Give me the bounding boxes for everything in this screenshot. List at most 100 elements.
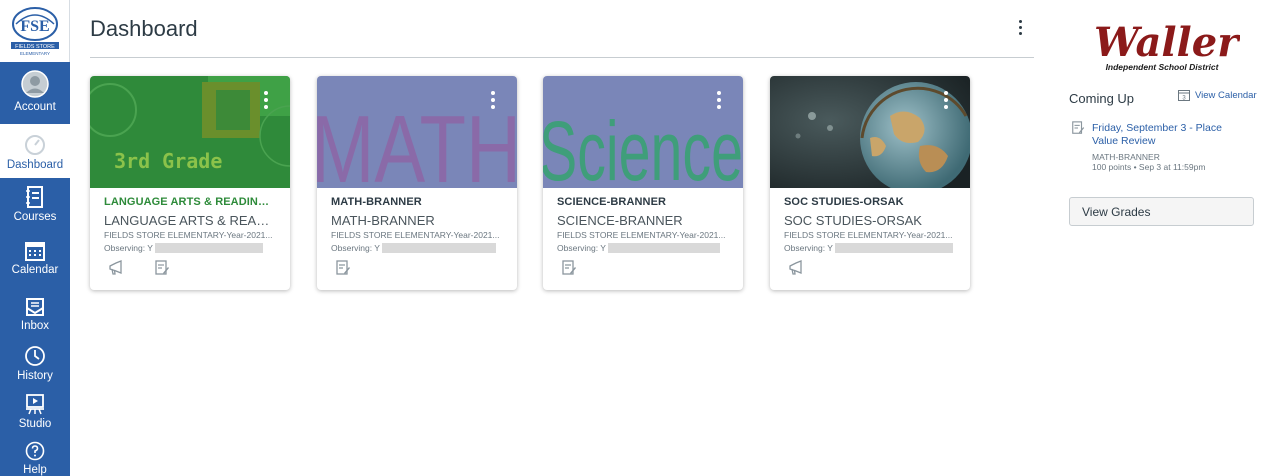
svg-text:Independent School District: Independent School District: [1106, 62, 1220, 72]
global-nav: FSE FIELDS STORE ELEMENTARY Account Dash…: [0, 0, 70, 476]
nav-account-label: Account: [14, 101, 56, 113]
svg-text:FIELDS STORE: FIELDS STORE: [15, 44, 55, 50]
course-title[interactable]: SOC STUDIES-ORSAK: [784, 196, 956, 208]
nav-calendar-label: Calendar: [11, 264, 59, 276]
coming-up-item-course: MATH-BRANNER: [1092, 152, 1160, 162]
course-term: FIELDS STORE ELEMENTARY-Year-2021...: [784, 230, 953, 240]
kebab-dot: [264, 105, 268, 109]
course-code: LANGUAGE ARTS & READIN...: [104, 213, 276, 228]
nav-dashboard-label: Dashboard: [6, 159, 64, 171]
course-hero-image: 3rd Grade: [90, 76, 290, 188]
nav-studio-label: Studio: [18, 418, 52, 430]
nav-dashboard[interactable]: Dashboard: [0, 124, 70, 178]
course-card-hero[interactable]: Science: [543, 76, 743, 188]
account-icon: [21, 70, 49, 98]
course-term: FIELDS STORE ELEMENTARY-Year-2021...: [557, 230, 726, 240]
redacted-name: [607, 243, 720, 253]
observing-row: Observing: Y: [784, 243, 956, 253]
nav-help[interactable]: Help: [0, 441, 70, 476]
observing-row: Observing: Y: [331, 243, 503, 253]
kebab-dot: [264, 91, 268, 95]
kebab-dot: [491, 105, 495, 109]
assignments-icon[interactable]: [154, 260, 170, 276]
announcements-icon[interactable]: [108, 260, 124, 276]
card-options-button[interactable]: [264, 91, 270, 112]
course-card-soc-studies[interactable]: SOC STUDIES-ORSAK SOC STUDIES-ORSAK FIEL…: [770, 76, 970, 290]
school-logo[interactable]: FSE FIELDS STORE ELEMENTARY: [0, 0, 70, 62]
view-grades-button[interactable]: View Grades: [1069, 197, 1254, 226]
courses-icon: [26, 186, 43, 208]
course-title[interactable]: LANGUAGE ARTS & READING-O...: [104, 196, 276, 208]
nav-studio[interactable]: Studio: [0, 393, 70, 437]
course-hero-image: MATH: [317, 76, 517, 188]
nav-courses[interactable]: Courses: [0, 186, 70, 230]
district-logo: Waller Independent School District: [1090, 19, 1241, 74]
observing-label: Observing: Y: [331, 243, 380, 253]
redacted-name: [381, 243, 496, 253]
course-card-science[interactable]: Science SCIENCE-BRANNER SCIENCE-BRANNER …: [543, 76, 743, 290]
coming-up-item-link[interactable]: Friday, September 3 - Place Value Review: [1092, 122, 1242, 148]
nav-history-label: History: [17, 370, 53, 382]
course-hero-image: Science: [543, 76, 743, 188]
kebab-dot: [1018, 20, 1022, 23]
kebab-dot: [1018, 26, 1022, 29]
view-calendar-label: View Calendar: [1195, 89, 1257, 101]
nav-account[interactable]: Account: [0, 70, 70, 122]
card-options-button[interactable]: [491, 91, 497, 112]
studio-icon: [26, 394, 44, 415]
kebab-dot: [491, 91, 495, 95]
nav-calendar[interactable]: Calendar: [0, 241, 70, 285]
observing-label: Observing: Y: [557, 243, 606, 253]
course-card-hero[interactable]: [770, 76, 970, 188]
header-divider: [90, 57, 1034, 58]
nav-help-label: Help: [23, 464, 47, 476]
card-options-button[interactable]: [944, 91, 950, 112]
course-title[interactable]: MATH-BRANNER: [331, 196, 503, 208]
kebab-dot: [1018, 32, 1022, 35]
observing-row: Observing: Y: [557, 243, 729, 253]
kebab-dot: [944, 91, 948, 95]
svg-text:ELEMENTARY: ELEMENTARY: [20, 51, 50, 56]
nav-history[interactable]: History: [0, 345, 70, 389]
school-logo-icon: FSE FIELDS STORE ELEMENTARY: [11, 7, 59, 56]
inbox-icon: [26, 298, 44, 316]
svg-text:3rd Grade: 3rd Grade: [114, 149, 222, 173]
assignments-icon[interactable]: [561, 260, 577, 276]
history-icon: [25, 346, 45, 366]
assignment-icon: [1072, 121, 1085, 134]
nav-courses-label: Courses: [13, 211, 57, 223]
svg-text:FSE: FSE: [20, 18, 49, 35]
course-code: MATH-BRANNER: [331, 213, 435, 228]
help-icon: [25, 441, 45, 461]
announcements-icon[interactable]: [788, 260, 804, 276]
course-code: SOC STUDIES-ORSAK: [784, 213, 922, 228]
course-code: SCIENCE-BRANNER: [557, 213, 683, 228]
course-card-hero[interactable]: MATH: [317, 76, 517, 188]
kebab-dot: [717, 98, 721, 102]
course-term: FIELDS STORE ELEMENTARY-Year-2021...: [331, 230, 500, 240]
calendar-icon: [25, 242, 45, 261]
course-term: FIELDS STORE ELEMENTARY-Year-2021...: [104, 230, 273, 240]
dashboard-icon: [25, 135, 45, 155]
card-options-button[interactable]: [717, 91, 723, 112]
page-title: Dashboard: [90, 16, 198, 41]
view-calendar-link[interactable]: 3 View Calendar: [1178, 89, 1257, 101]
observing-label: Observing: Y: [784, 243, 833, 253]
course-card-math[interactable]: MATH MATH-BRANNER MATH-BRANNER FIELDS ST…: [317, 76, 517, 290]
kebab-dot: [717, 91, 721, 95]
svg-text:Waller: Waller: [1094, 20, 1240, 66]
globe-image: [770, 76, 970, 188]
kebab-dot: [264, 98, 268, 102]
course-card-language-arts[interactable]: 3rd Grade LANGUAGE ARTS & READING-O... L…: [90, 76, 290, 290]
redacted-name: [154, 243, 263, 253]
coming-up-item-details: 100 points • Sep 3 at 11:59pm: [1092, 162, 1206, 172]
assignments-icon[interactable]: [335, 260, 351, 276]
kebab-dot: [491, 98, 495, 102]
district-logo-image: Waller Independent School District: [1094, 19, 1241, 72]
dashboard-options-button[interactable]: [1014, 20, 1026, 40]
coming-up-item-meta: MATH-BRANNER 100 points • Sep 3 at 11:59…: [1092, 152, 1205, 172]
course-title[interactable]: SCIENCE-BRANNER: [557, 196, 729, 208]
nav-inbox[interactable]: Inbox: [0, 297, 70, 341]
calendar-small-icon: 3: [1178, 90, 1190, 101]
course-card-hero[interactable]: 3rd Grade: [90, 76, 290, 188]
